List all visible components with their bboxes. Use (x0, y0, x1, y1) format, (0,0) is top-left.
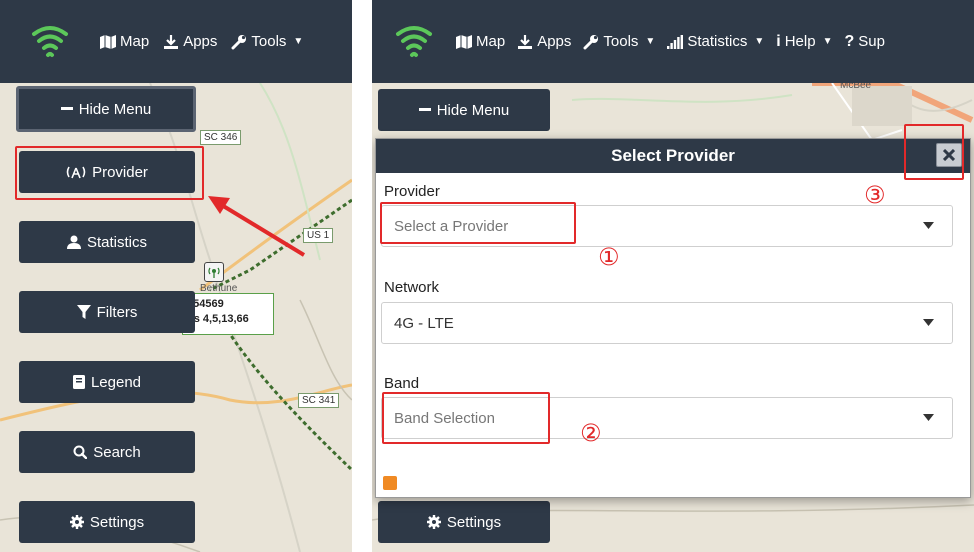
nav-support[interactable]: ? Sup (844, 33, 884, 51)
gear-icon (69, 515, 84, 529)
nav-apps-label: Apps (537, 33, 572, 50)
rss-icon[interactable] (383, 476, 397, 490)
top-navbar: Map Apps Tools ▼ Statistics ▼ i Help ▼ ?… (372, 0, 974, 83)
filter-icon (76, 305, 91, 319)
top-navbar: Map Apps Tools ▼ (0, 0, 352, 83)
hide-menu-label: Hide Menu (436, 101, 510, 119)
chevron-down-icon: ▼ (645, 36, 656, 47)
close-button-highlight (904, 124, 964, 180)
hide-menu-button[interactable]: Hide Menu (378, 89, 550, 131)
right-screenshot-panel: McBee Map Apps Tools ▼ Statistics ▼ i He… (372, 0, 974, 552)
settings-label: Settings (446, 513, 502, 531)
chevron-down-icon (923, 414, 934, 421)
nav-map[interactable]: Map (100, 33, 149, 50)
statistics-label: Statistics (86, 233, 147, 251)
provider-field-label: Provider (384, 183, 440, 200)
tower-popup: 154569 ds 4,5,13,66 (182, 293, 274, 335)
nav-support-label: Sup (858, 33, 885, 50)
wifi-logo-icon[interactable] (394, 22, 434, 62)
nav-map-label: Map (120, 33, 150, 50)
nav-statistics[interactable]: Statistics ▼ (667, 33, 764, 50)
book-icon (72, 375, 85, 389)
wrench-icon (583, 34, 599, 49)
annotation-arrow (208, 196, 306, 257)
provider-highlight-box (15, 146, 204, 200)
wrench-icon (231, 34, 247, 49)
nav-apps[interactable]: Apps (517, 33, 571, 50)
network-select[interactable]: 4G - LTE (381, 302, 953, 344)
chevron-down-icon: ▼ (754, 36, 765, 47)
nav-apps-label: Apps (183, 33, 218, 50)
network-field-label: Network (384, 279, 440, 296)
settings-label: Settings (89, 513, 145, 531)
statistics-button[interactable]: Statistics (19, 221, 195, 263)
filters-label: Filters (96, 303, 138, 321)
hide-menu-button[interactable]: Hide Menu (16, 86, 196, 132)
annotation-step-2: ② (580, 419, 602, 447)
download-icon (164, 34, 179, 49)
modal-header: Select Provider (376, 139, 970, 173)
tower-popup-bands: ds 4,5,13,66 (187, 313, 249, 325)
legend-button[interactable]: Legend (19, 361, 195, 403)
nav-help-label: Help (784, 33, 816, 50)
annotation-step-1: ① (598, 243, 620, 271)
nav-map[interactable]: Map (456, 33, 505, 50)
signal-bars-icon (667, 34, 684, 49)
chevron-down-icon: ▼ (293, 36, 304, 47)
band-field-label: Band (384, 375, 420, 392)
tower-popup-id: 154569 (187, 298, 224, 310)
search-label: Search (93, 443, 141, 461)
chevron-down-icon: ▼ (822, 36, 833, 47)
user-icon (66, 235, 81, 249)
legend-label: Legend (90, 373, 142, 391)
network-select-value: 4G - LTE (394, 314, 454, 332)
wifi-logo-icon[interactable] (30, 22, 70, 62)
map-icon (100, 34, 116, 49)
annotation-step-3: ③ (864, 181, 886, 209)
band-select-highlight (382, 392, 550, 444)
hide-menu-label: Hide Menu (78, 100, 152, 118)
provider-select-highlight (380, 202, 576, 244)
filters-button[interactable]: Filters (19, 291, 195, 333)
nav-tools[interactable]: Tools ▼ (583, 33, 655, 50)
map-icon (456, 34, 472, 49)
minus-icon (60, 107, 73, 110)
search-button[interactable]: Search (19, 431, 195, 473)
minus-icon (418, 108, 431, 111)
chevron-down-icon (923, 222, 934, 229)
download-icon (518, 34, 533, 49)
tower-marker-icon[interactable] (204, 262, 224, 282)
road-label-sc346: SC 346 (200, 130, 242, 145)
question-icon: ? (844, 32, 855, 50)
nav-apps[interactable]: Apps (163, 33, 217, 50)
nav-help[interactable]: i Help ▼ (776, 33, 832, 51)
info-icon: i (776, 32, 781, 50)
gear-icon (426, 515, 441, 529)
road-label-sc341: SC 341 (298, 393, 340, 408)
nav-tools[interactable]: Tools ▼ (231, 33, 303, 50)
nav-tools-label: Tools (251, 33, 287, 50)
left-screenshot-panel: SC 346 US 1 SC 341 Bethune 154569 ds 4,5… (0, 0, 352, 552)
modal-title: Select Provider (611, 146, 735, 165)
settings-button[interactable]: Settings (378, 501, 550, 543)
settings-button[interactable]: Settings (19, 501, 195, 543)
search-icon (73, 445, 88, 459)
nav-tools-label: Tools (603, 33, 639, 50)
nav-statistics-label: Statistics (687, 33, 748, 50)
chevron-down-icon (923, 319, 934, 326)
nav-map-label: Map (476, 33, 506, 50)
